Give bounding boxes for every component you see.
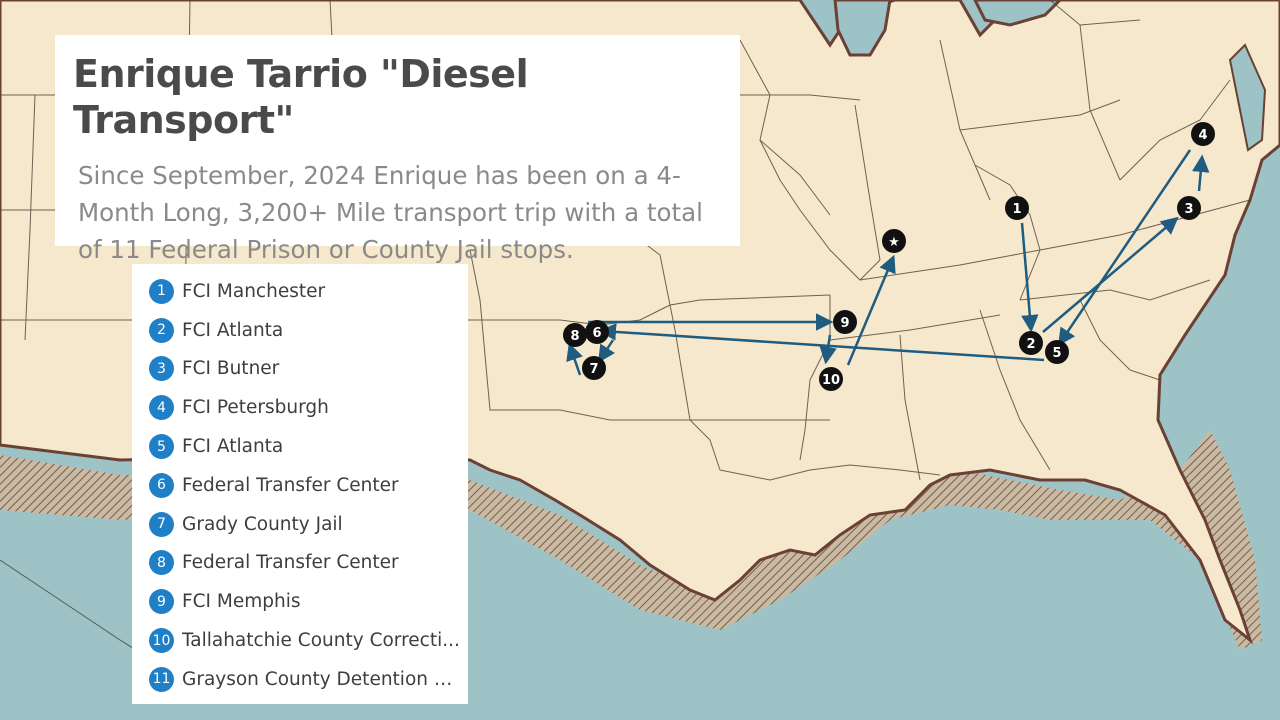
legend-badge: 11: [149, 666, 174, 692]
legend-label: Grady County Jail: [182, 513, 343, 535]
legend-label: Federal Transfer Center: [182, 552, 399, 574]
stops-legend: 1 FCI Manchester 2 FCI Atlanta 3 FCI Butner…: [132, 264, 468, 704]
stop-marker-label: 4: [1198, 128, 1207, 143]
stop-marker-label: 8: [570, 329, 579, 344]
legend-badge: 7: [149, 511, 174, 537]
legend-label: Tallahatchie County Correcti...: [182, 630, 460, 652]
legend-item: 3 FCI Butner: [149, 350, 468, 389]
legend-badge: 4: [149, 395, 174, 421]
map-title: Enrique Tarrio "Diesel Transport": [73, 52, 529, 142]
legend-badge: 1: [149, 278, 174, 304]
legend-item: 9 FCI Memphis: [149, 582, 468, 621]
final-stop-star-icon: ★: [888, 235, 900, 250]
legend-label: FCI Petersburgh: [182, 397, 329, 419]
legend-label: Federal Transfer Center: [182, 474, 399, 496]
legend-item: 11 Grayson County Detention C...: [149, 660, 468, 699]
stop-marker-label: 10: [822, 373, 840, 388]
legend-label: Grayson County Detention C...: [182, 668, 464, 690]
stop-marker-label: 9: [840, 316, 849, 331]
legend-label: FCI Atlanta: [182, 319, 284, 341]
legend-label: FCI Memphis: [182, 591, 301, 613]
legend-item: 7 Grady County Jail: [149, 505, 468, 544]
stop-marker-label: 3: [1184, 202, 1193, 217]
stop-marker-label: 1: [1012, 202, 1021, 217]
stop-marker-label: 5: [1052, 346, 1061, 361]
legend-badge: 10: [149, 628, 174, 654]
legend-item: 6 Federal Transfer Center: [149, 466, 468, 505]
legend-item: 10 Tallahatchie County Correcti...: [149, 621, 468, 660]
legend-badge: 2: [149, 317, 174, 343]
map-subtitle: Since September, 2024 Enrique has been o…: [78, 161, 703, 264]
legend-item: 8 Federal Transfer Center: [149, 544, 468, 583]
legend-item: 4 FCI Petersburgh: [149, 388, 468, 427]
legend-badge: 6: [149, 472, 174, 498]
legend-badge: 8: [149, 550, 174, 576]
legend-item: 1 FCI Manchester: [149, 272, 468, 311]
legend-item: 5 FCI Atlanta: [149, 427, 468, 466]
legend-item: 2 FCI Atlanta: [149, 311, 468, 350]
stop-marker-label: 2: [1026, 337, 1035, 352]
stop-marker-label: 6: [592, 326, 601, 341]
title-panel: Enrique Tarrio "Diesel Transport" Since …: [55, 35, 740, 264]
legend-label: FCI Manchester: [182, 280, 326, 302]
legend-label: FCI Atlanta: [182, 436, 284, 458]
legend-badge: 5: [149, 434, 174, 460]
legend-badge: 9: [149, 589, 174, 615]
legend-badge: 3: [149, 356, 174, 382]
stop-marker-label: 7: [589, 362, 598, 377]
legend-label: FCI Butner: [182, 358, 280, 380]
